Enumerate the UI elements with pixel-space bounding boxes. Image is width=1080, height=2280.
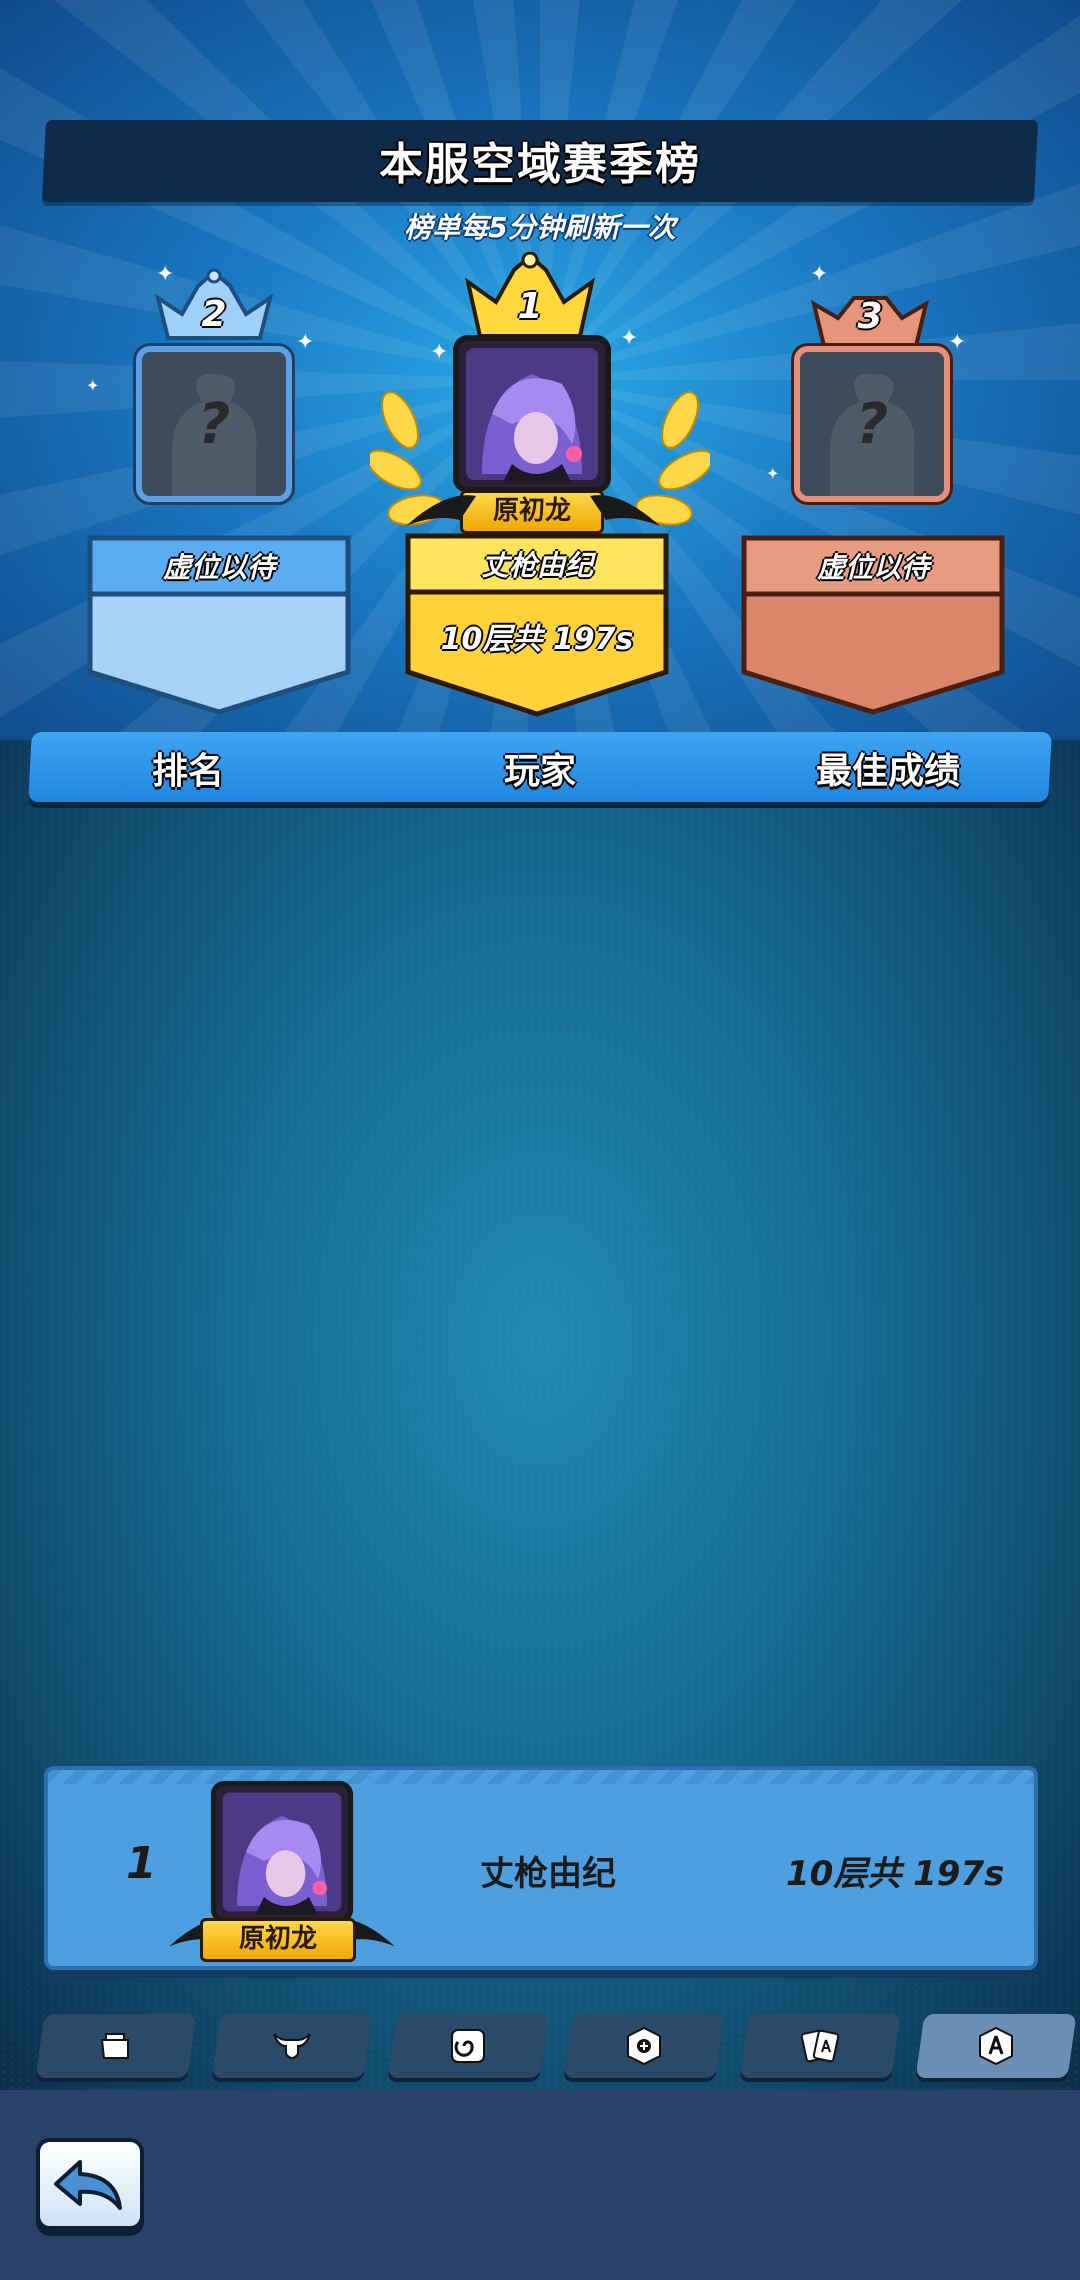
gold-shield: 丈枪由纪 10层共 197s <box>400 532 674 718</box>
podium-label: 虚位以待 <box>162 551 275 584</box>
tab-spiral[interactable] <box>387 2014 549 2078</box>
unknown-icon: ? <box>855 392 889 457</box>
my-rank-number: 1 <box>126 1838 157 1889</box>
tab-ace[interactable] <box>915 2014 1077 2078</box>
ace-card-icon <box>979 2026 1013 2066</box>
rank-number: 3 <box>857 296 883 337</box>
sparkle-icon: ✦ <box>620 326 639 351</box>
sparkle-icon: ✦ <box>766 464 780 483</box>
podium-label: 虚位以待 <box>816 551 929 584</box>
my-best-score: 10层共 197s <box>786 1854 1005 1894</box>
back-button[interactable] <box>36 2138 144 2230</box>
bat-wing-icon <box>590 495 660 526</box>
ace-cards-icon <box>800 2029 840 2063</box>
header-best-score: 最佳成绩 <box>816 751 961 792</box>
my-player-name: 丈枪由纪 <box>480 1854 616 1894</box>
tab-plus[interactable] <box>563 2014 725 2078</box>
page-title: 本服空域赛季榜 <box>379 139 701 190</box>
rank-number: 1 <box>517 286 543 327</box>
refresh-note: 榜单每5分钟刷新一次 <box>404 211 676 244</box>
tab-fist[interactable] <box>35 2014 197 2078</box>
back-arrow-icon <box>54 2160 122 2210</box>
header-rank: 排名 <box>152 751 225 792</box>
spiral-icon <box>451 2029 485 2063</box>
sparkle-icon: ✦ <box>948 330 967 355</box>
empty-avatar-frame: ? <box>136 346 292 502</box>
bottom-bar <box>0 2090 1080 2280</box>
header-player: 玩家 <box>504 751 577 792</box>
unknown-icon: ? <box>197 392 231 457</box>
podium-player-name: 丈枪由纪 <box>480 549 593 582</box>
sparkle-icon: ✦ <box>86 376 100 395</box>
bull-horns-icon <box>273 2033 311 2059</box>
bat-wing-icon <box>406 495 476 526</box>
silver-shield: 虚位以待 <box>82 534 356 716</box>
podium-score: 10层共 197s <box>440 622 634 657</box>
plus-shield-icon <box>627 2026 661 2066</box>
title-badge: 原初龙 <box>460 490 604 534</box>
player-avatar[interactable] <box>452 334 612 494</box>
tab-bull[interactable] <box>211 2014 373 2078</box>
empty-avatar-frame: ? <box>794 346 950 502</box>
fist-icon <box>100 2033 129 2059</box>
rank-number: 2 <box>201 294 227 335</box>
bronze-shield: 虚位以待 <box>736 534 1010 716</box>
sparkle-icon: ✦ <box>810 262 829 287</box>
my-title-badge: 原初龙 <box>200 1918 356 1962</box>
my-avatar[interactable] <box>210 1780 354 1924</box>
sparkle-icon: ✦ <box>296 330 315 355</box>
tab-cards[interactable] <box>739 2014 901 2078</box>
